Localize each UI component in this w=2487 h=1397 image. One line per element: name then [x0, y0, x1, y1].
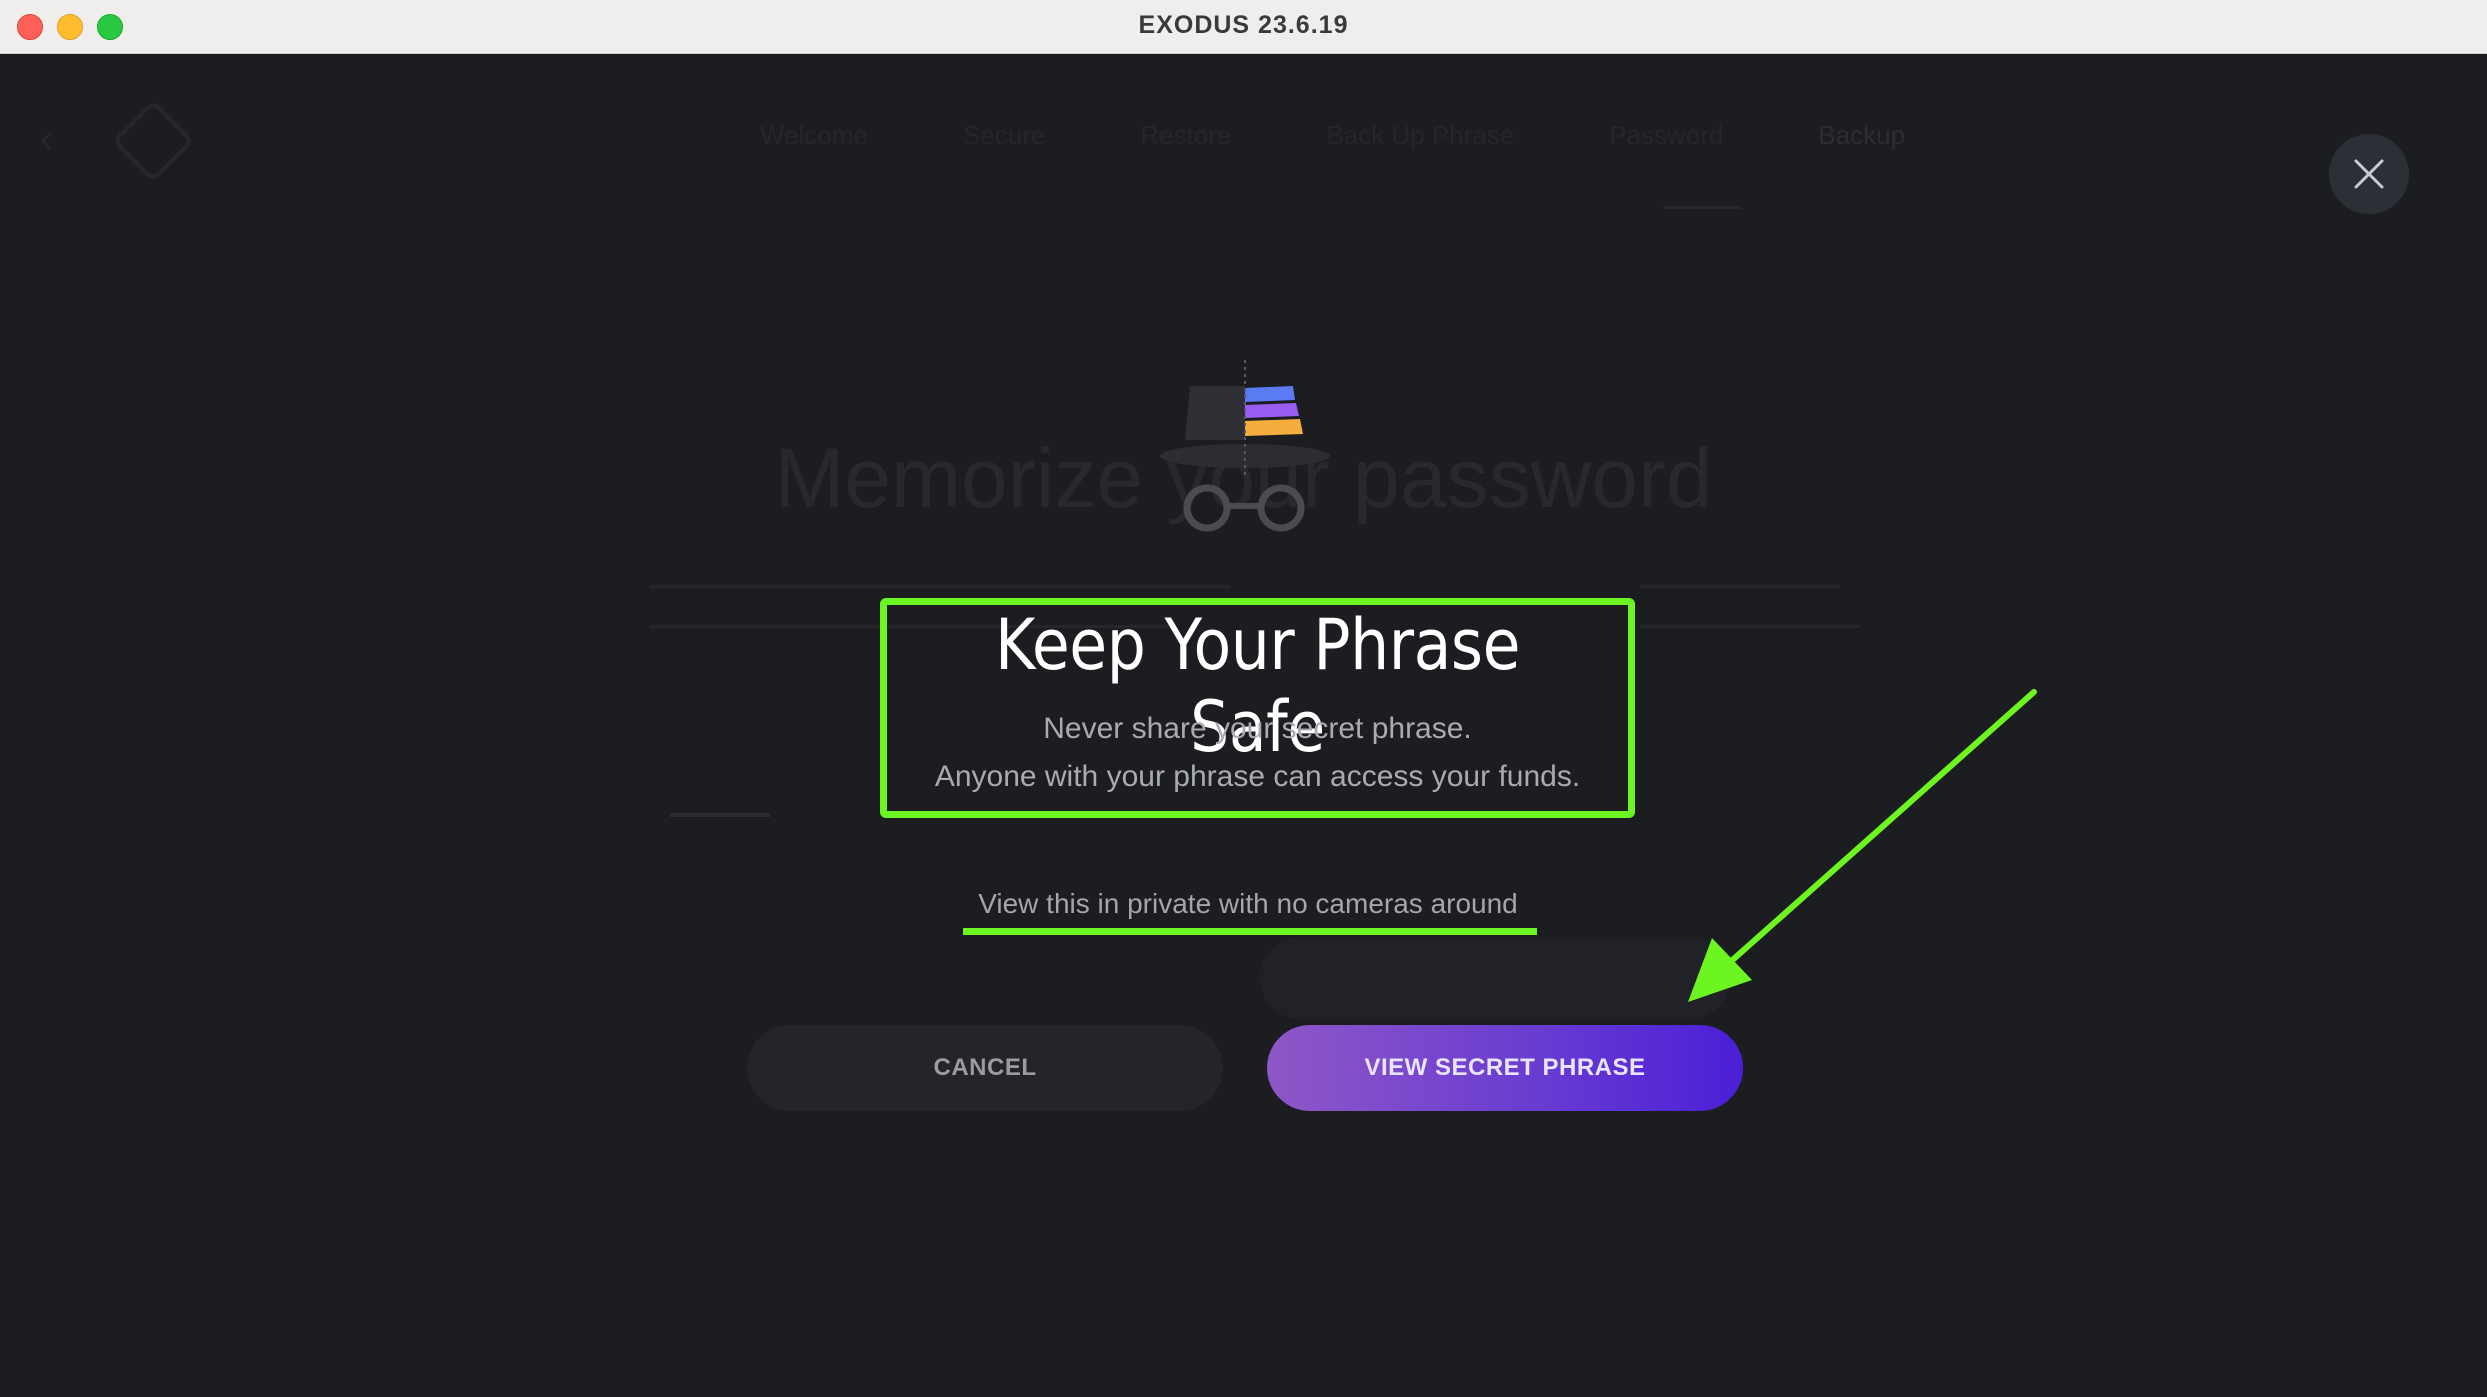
- annotation-arrow: [1688, 689, 2037, 1002]
- view-secret-phrase-button[interactable]: VIEW SECRET PHRASE: [1267, 1025, 1743, 1111]
- highlight-underline: [963, 928, 1537, 935]
- app-window: EXODUS 23.6.19 ‹ Welcome Secure Restore …: [0, 0, 2487, 1397]
- bg-step: Welcome: [760, 120, 868, 150]
- bg-next-button: [1260, 937, 1730, 1019]
- bg-step-active: Backup: [1818, 120, 1906, 150]
- incognito-hat-icon: [1160, 360, 1330, 532]
- bg-step: Password: [1609, 120, 1724, 150]
- warning-line-2: Anyone with your phrase can access your …: [934, 760, 1581, 793]
- window-title: EXODUS 23.6.19: [1138, 11, 1349, 39]
- close-icon: [2354, 159, 2384, 189]
- back-arrow-icon: ‹: [40, 117, 54, 161]
- cancel-button[interactable]: CANCEL: [747, 1025, 1223, 1111]
- bg-text-line: [650, 585, 1230, 588]
- bg-text-line: [1640, 625, 1860, 628]
- close-button[interactable]: [2329, 134, 2409, 214]
- bg-password-dots: [670, 813, 770, 817]
- bg-step: Restore: [1140, 120, 1232, 150]
- private-note: View this in private with no cameras aro…: [978, 888, 1518, 919]
- bg-step: Back Up Phrase: [1326, 120, 1515, 150]
- title-bar: EXODUS 23.6.19: [0, 0, 2487, 54]
- warning-line-1: Never share your secret phrase.: [1043, 712, 1472, 745]
- bg-text-line: [1640, 585, 1840, 588]
- background-steps: Welcome Secure Restore Back Up Phrase Pa…: [760, 120, 1905, 151]
- bg-step: Secure: [962, 120, 1046, 150]
- bg-step-underline: [1663, 206, 1741, 209]
